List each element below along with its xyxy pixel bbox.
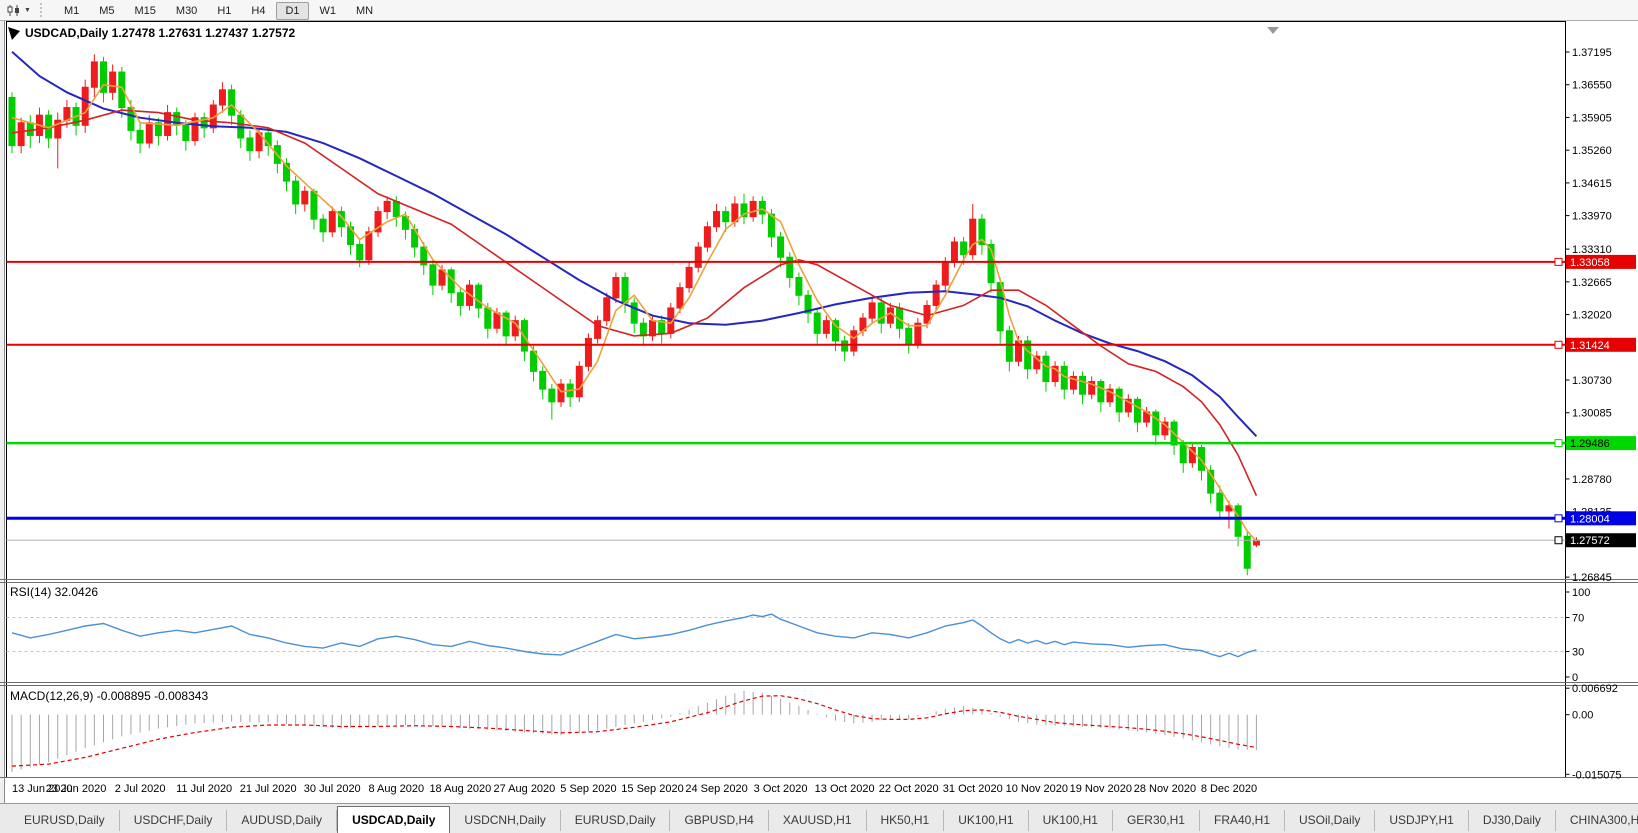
timeframe-button-m1[interactable]: M1 xyxy=(55,2,88,20)
svg-text:0: 0 xyxy=(1572,672,1578,684)
svg-text:1.32665: 1.32665 xyxy=(1572,277,1612,289)
svg-text:1.26845: 1.26845 xyxy=(1572,572,1612,584)
svg-text:18 Aug 2020: 18 Aug 2020 xyxy=(429,783,491,795)
timeframe-button-d1[interactable]: D1 xyxy=(276,2,308,20)
svg-text:19 Nov 2020: 19 Nov 2020 xyxy=(1070,783,1132,795)
rsi-line xyxy=(12,614,1256,657)
timeframe-button-m5[interactable]: M5 xyxy=(90,2,123,20)
svg-text:30 Jul 2020: 30 Jul 2020 xyxy=(304,783,361,795)
svg-text:1.33970: 1.33970 xyxy=(1572,211,1612,223)
chart-shift-marker-icon[interactable] xyxy=(1267,27,1279,34)
svg-text:1.28780: 1.28780 xyxy=(1572,474,1612,486)
svg-text:1.30085: 1.30085 xyxy=(1572,408,1612,420)
svg-text:70: 70 xyxy=(1572,613,1584,625)
tab-audusd-daily[interactable]: AUDUSD,Daily xyxy=(227,810,337,831)
svg-text:1.29486: 1.29486 xyxy=(1570,438,1610,450)
svg-text:0.00: 0.00 xyxy=(1572,710,1593,722)
chart-corner-arrow-icon xyxy=(8,27,20,40)
rsi-axis: 100 70 30 0 xyxy=(1566,587,1591,684)
candles-layer xyxy=(9,54,1259,575)
svg-text:10 Nov 2020: 10 Nov 2020 xyxy=(1006,783,1068,795)
svg-text:31 Oct 2020: 31 Oct 2020 xyxy=(943,783,1003,795)
svg-text:2 Jul 2020: 2 Jul 2020 xyxy=(115,783,166,795)
timeframe-button-h1[interactable]: H1 xyxy=(208,2,240,20)
hline-tag-1.28004: 1.28004 xyxy=(1555,511,1636,525)
hline-tag-1.29486: 1.29486 xyxy=(1555,436,1636,450)
rsi-level-lines xyxy=(7,618,1566,652)
tab-eurusd-daily[interactable]: EURUSD,Daily xyxy=(10,810,120,831)
svg-text:30: 30 xyxy=(1572,647,1584,659)
svg-text:1.35905: 1.35905 xyxy=(1572,112,1612,124)
svg-text:1.37195: 1.37195 xyxy=(1572,47,1612,59)
tab-fra40-h1[interactable]: FRA40,H1 xyxy=(1200,810,1285,831)
svg-text:1.36550: 1.36550 xyxy=(1572,80,1612,92)
tab-usoil-daily[interactable]: USOil,Daily xyxy=(1285,810,1375,831)
svg-text:24 Sep 2020: 24 Sep 2020 xyxy=(685,783,747,795)
svg-text:5 Sep 2020: 5 Sep 2020 xyxy=(560,783,616,795)
svg-text:3 Oct 2020: 3 Oct 2020 xyxy=(754,783,808,795)
svg-text:28 Nov 2020: 28 Nov 2020 xyxy=(1134,783,1196,795)
tab-uk100-h1[interactable]: UK100,H1 xyxy=(944,810,1028,831)
svg-text:1.35260: 1.35260 xyxy=(1572,145,1612,157)
timeframe-buttons: M1M5M15M30H1H4D1W1MN xyxy=(54,1,383,19)
tab-gbpusd-h4[interactable]: GBPUSD,H4 xyxy=(670,810,768,831)
svg-text:8 Aug 2020: 8 Aug 2020 xyxy=(368,783,424,795)
tab-usdjpy-h1[interactable]: USDJPY,H1 xyxy=(1375,810,1468,831)
candlestick-chart-icon xyxy=(7,4,21,17)
svg-text:27 Aug 2020: 27 Aug 2020 xyxy=(494,783,556,795)
svg-text:1.30730: 1.30730 xyxy=(1572,375,1612,387)
chart-type-dropdown[interactable]: ▼ xyxy=(4,3,34,18)
chevron-down-icon: ▼ xyxy=(24,7,31,14)
tab-ger30-h1[interactable]: GER30,H1 xyxy=(1113,810,1200,831)
svg-text:1.34615: 1.34615 xyxy=(1572,178,1612,190)
svg-text:1.28004: 1.28004 xyxy=(1570,513,1610,525)
svg-text:0.006692: 0.006692 xyxy=(1572,683,1618,695)
symbol-tab-bar: EURUSD,DailyUSDCHF,DailyAUDUSD,DailyUSDC… xyxy=(0,803,1638,833)
chart-title: USDCAD,Daily 1.27478 1.27631 1.27437 1.2… xyxy=(25,26,295,40)
chart-canvas[interactable]: 1.37195 1.36550 1.35905 1.35260 1.34615 1.339… xyxy=(0,21,1638,803)
svg-text:21 Jul 2020: 21 Jul 2020 xyxy=(240,783,297,795)
tab-xauusd-h1[interactable]: XAUUSD,H1 xyxy=(769,810,867,831)
svg-text:1.31424: 1.31424 xyxy=(1570,340,1610,352)
svg-text:1.32020: 1.32020 xyxy=(1572,310,1612,322)
timeframe-button-m30[interactable]: M30 xyxy=(167,2,206,20)
tab-usdchf-daily[interactable]: USDCHF,Daily xyxy=(120,810,228,831)
hline-tag-1.33058: 1.33058 xyxy=(1555,255,1636,269)
tab-uk100-h1[interactable]: UK100,H1 xyxy=(1029,810,1113,831)
tab-hk50-h1[interactable]: HK50,H1 xyxy=(867,810,945,831)
panel-frames xyxy=(0,21,1638,778)
tab-china300-h1[interactable]: CHINA300,H1 xyxy=(1556,810,1638,831)
trading-terminal-window: ▼ M1M5M15M30H1H4D1W1MN 1.371951.365501.3… xyxy=(0,0,1638,833)
svg-text:-0.015075: -0.015075 xyxy=(1572,769,1622,781)
rsi-indicator-label: RSI(14) 32.0426 xyxy=(10,585,98,599)
macd-signal-line xyxy=(12,696,1256,766)
svg-text:13 Oct 2020: 13 Oct 2020 xyxy=(815,783,875,795)
timeframe-button-w1[interactable]: W1 xyxy=(311,2,346,20)
timeframe-button-h4[interactable]: H4 xyxy=(242,2,274,20)
svg-text:22 Oct 2020: 22 Oct 2020 xyxy=(879,783,939,795)
toolbar-grip[interactable] xyxy=(40,3,46,17)
macd-indicator-label: MACD(12,26,9) -0.008895 -0.008343 xyxy=(10,689,208,703)
tab-usdcnh-daily[interactable]: USDCNH,Daily xyxy=(450,810,560,831)
tab-eurusd-daily[interactable]: EURUSD,Daily xyxy=(561,810,671,831)
current-price-tag: 1.27572 xyxy=(1555,533,1636,547)
tab-dj30-daily[interactable]: DJ30,Daily xyxy=(1469,810,1556,831)
timeframe-toolbar: ▼ M1M5M15M30H1H4D1W1MN xyxy=(0,0,1638,21)
svg-text:1.27572: 1.27572 xyxy=(1570,535,1610,547)
symbol-tabs: EURUSD,DailyUSDCHF,DailyAUDUSD,DailyUSDC… xyxy=(10,806,1638,833)
tab-usdcad-daily[interactable]: USDCAD,Daily xyxy=(337,806,450,833)
timeframe-button-m15[interactable]: M15 xyxy=(126,2,165,20)
svg-text:1.33058: 1.33058 xyxy=(1570,257,1610,269)
svg-text:15 Sep 2020: 15 Sep 2020 xyxy=(621,783,683,795)
macd-axis: 0.006692 0.00 -0.015075 xyxy=(1566,683,1622,781)
price-axis: 1.37195 1.36550 1.35905 1.35260 1.34615 1.339… xyxy=(1566,47,1612,584)
svg-text:23 Jun 2020: 23 Jun 2020 xyxy=(46,783,107,795)
svg-text:8 Dec 2020: 8 Dec 2020 xyxy=(1201,783,1257,795)
svg-text:100: 100 xyxy=(1572,587,1590,599)
svg-text:11 Jul 2020: 11 Jul 2020 xyxy=(176,783,232,795)
date-axis: 13 Jun 202023 Jun 20202 Jul 202011 Jul 2… xyxy=(12,783,1257,795)
svg-text:1.33310: 1.33310 xyxy=(1572,244,1612,256)
timeframe-button-mn[interactable]: MN xyxy=(347,2,382,20)
hline-tag-1.31424: 1.31424 xyxy=(1555,338,1636,352)
